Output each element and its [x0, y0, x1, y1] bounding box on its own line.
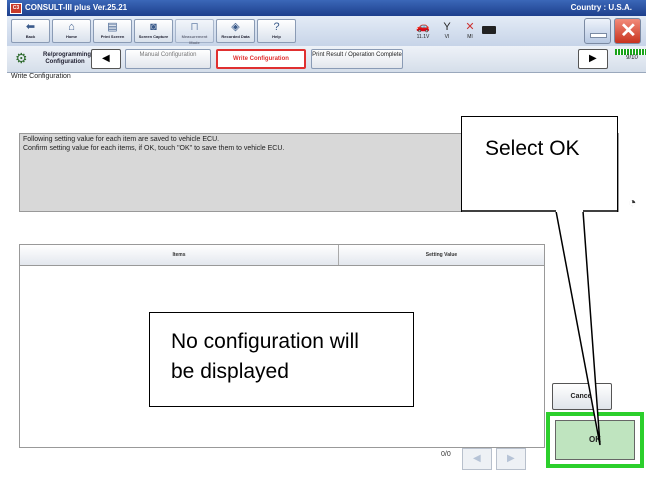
callout-pointer-cover [461, 210, 618, 212]
no-configuration-callout: No configuration will be displayed [149, 312, 414, 407]
